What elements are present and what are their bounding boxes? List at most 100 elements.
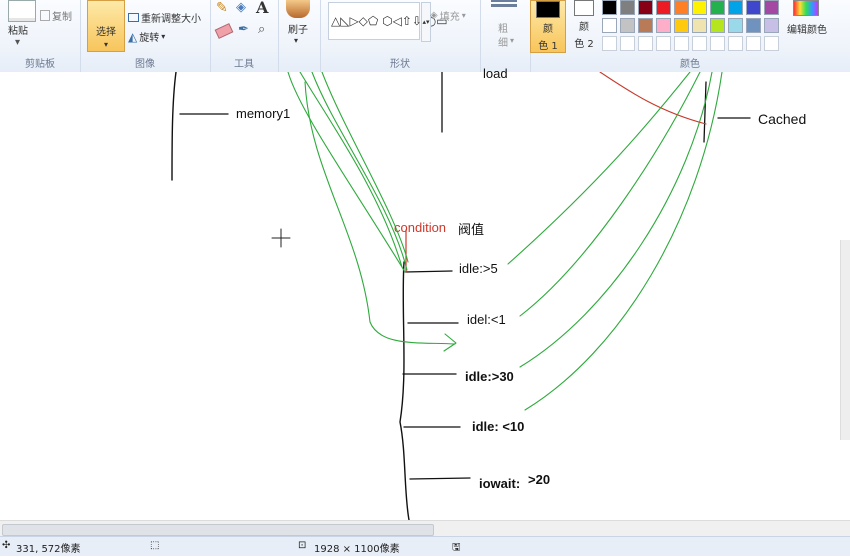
condition-label: condition xyxy=(394,220,447,235)
color-swatch[interactable] xyxy=(620,36,635,51)
color-swatch[interactable] xyxy=(638,0,653,15)
tools-group-label: 工具 xyxy=(234,59,254,70)
color-swatch[interactable] xyxy=(692,36,707,51)
file-size-icon: 🖫 xyxy=(452,542,461,553)
green-funnel-stroke xyxy=(519,72,701,317)
select-button[interactable]: 选择 ▾ xyxy=(87,0,125,52)
color-swatch[interactable] xyxy=(764,18,779,33)
brushes-dropdown[interactable]: ▾ xyxy=(294,36,298,45)
color-swatch[interactable] xyxy=(674,18,689,33)
eraser-icon[interactable] xyxy=(214,23,234,39)
color2-label-bottom: 色 2 xyxy=(574,39,594,50)
memory-label: memory1 xyxy=(236,106,291,121)
idle-gt30-label: idle:>30 xyxy=(465,369,514,384)
image-size: 1928 × 1100像素 xyxy=(314,544,400,555)
green-arrow-stroke xyxy=(304,81,456,345)
color-swatch[interactable] xyxy=(656,36,671,51)
line-size-icon[interactable] xyxy=(491,0,517,12)
image-size-icon: ⊡ xyxy=(298,540,307,551)
clipboard-group-label: 剪贴板 xyxy=(25,59,55,70)
copy-button[interactable]: 复制 xyxy=(40,8,72,23)
crosshair-cursor xyxy=(271,228,291,248)
brushes-button[interactable]: 刷子 xyxy=(288,21,308,36)
color-swatch[interactable] xyxy=(746,18,761,33)
shapes-gallery[interactable]: △◺▷◇⬠ ⬡◁⇧⇩ ○▭ xyxy=(328,2,448,40)
rotate-icon: ◭ xyxy=(128,29,138,44)
color2-swatch xyxy=(574,0,594,16)
edit-colors-icon[interactable] xyxy=(793,0,819,16)
select-label: 选择 xyxy=(96,27,116,38)
horizontal-scrollbar[interactable] xyxy=(0,520,850,537)
color-swatch[interactable] xyxy=(638,36,653,51)
green-funnel-stroke xyxy=(287,72,406,273)
line-size-icon-bar xyxy=(491,0,517,2)
color-swatch[interactable] xyxy=(674,0,689,15)
color-picker-icon[interactable]: ✒ xyxy=(238,22,249,37)
color1-button[interactable]: 颜 色 1 xyxy=(530,0,566,53)
green-funnel-stroke xyxy=(299,72,403,268)
color-swatch[interactable] xyxy=(638,18,653,33)
iowait-value-label: >20 xyxy=(528,472,551,487)
color-swatch[interactable] xyxy=(602,0,617,15)
color-swatch[interactable] xyxy=(602,36,617,51)
green-funnel-stroke xyxy=(519,72,713,368)
size-dropdown[interactable]: ▾ xyxy=(510,36,514,45)
color-swatch[interactable] xyxy=(764,0,779,15)
brushes-group: 刷子 ▾ xyxy=(278,0,321,72)
horizontal-scroll-thumb[interactable] xyxy=(2,524,434,536)
paste-icon[interactable] xyxy=(8,0,36,22)
condition-tick xyxy=(404,270,453,273)
ribbon: 粘贴 ▾ 复制 剪贴板 选择 ▾ 重新调整大小 ◭ 旋转 ▾ 图像 ✎ ◈ A … xyxy=(0,0,850,73)
color-swatch[interactable] xyxy=(710,36,725,51)
paste-button[interactable]: 粘贴 xyxy=(8,22,28,37)
vertical-scrollbar[interactable] xyxy=(840,240,850,440)
color2-button[interactable]: 颜 色 2 xyxy=(569,0,599,53)
color1-label-top: 颜 xyxy=(543,24,553,35)
clipboard-group: 粘贴 ▾ 复制 剪贴板 xyxy=(0,0,81,72)
idle-gt5-label: idle:>5 xyxy=(459,261,498,276)
color-swatch[interactable] xyxy=(620,0,635,15)
magnifier-icon[interactable]: ⌕ xyxy=(258,22,265,37)
brushes-label: 刷子 xyxy=(288,25,308,36)
copy-icon xyxy=(40,10,50,21)
color-swatch[interactable] xyxy=(620,18,635,33)
rotate-dropdown-arrow: ▾ xyxy=(161,32,166,41)
iowait-label: iowait: xyxy=(479,476,521,491)
paste-dropdown[interactable]: ▾ xyxy=(15,37,20,48)
color-swatch[interactable] xyxy=(728,0,743,15)
color-swatch[interactable] xyxy=(728,18,743,33)
green-funnel-stroke xyxy=(507,72,691,265)
color-swatch[interactable] xyxy=(746,36,761,51)
color-swatch[interactable] xyxy=(710,18,725,33)
color-swatch[interactable] xyxy=(728,36,743,51)
edit-colors-button[interactable]: 编辑颜色 xyxy=(787,21,827,36)
pencil-icon[interactable]: ✎ xyxy=(216,0,228,16)
condition-tick xyxy=(409,477,471,480)
fill-button[interactable]: ◈ 填充 ▾ xyxy=(430,8,466,23)
color-swatch[interactable] xyxy=(710,0,725,15)
fill-label: 填充 xyxy=(439,12,460,23)
fill-bucket-icon[interactable]: ◈ xyxy=(236,0,246,15)
size-group: 粗 细 ▾ xyxy=(480,0,531,72)
sketch-strokes xyxy=(171,72,751,520)
color-swatch[interactable] xyxy=(764,36,779,51)
color-swatch[interactable] xyxy=(656,0,671,15)
image-group: 选择 ▾ 重新调整大小 ◭ 旋转 ▾ 图像 xyxy=(80,0,211,72)
color-swatch[interactable] xyxy=(656,18,671,33)
select-dropdown-arrow: ▾ xyxy=(103,40,108,49)
color-swatch[interactable] xyxy=(692,18,707,33)
rotate-button[interactable]: ◭ 旋转 ▾ xyxy=(128,29,166,45)
resize-button[interactable]: 重新调整大小 xyxy=(128,10,201,25)
color-swatch[interactable] xyxy=(692,0,707,15)
drawing-canvas[interactable]: memory1 load Cached condition 阀值 idle:>5… xyxy=(0,66,850,520)
color-swatch[interactable] xyxy=(674,36,689,51)
shapes-group: △◺▷◇⬠ ⬡◁⇧⇩ ○▭ ▴▾ ◈ 填充 ▾ 形状 xyxy=(320,0,481,72)
color-swatch[interactable] xyxy=(746,0,761,15)
brush-icon[interactable] xyxy=(286,0,310,18)
copy-label: 复制 xyxy=(52,12,72,23)
shapes-group-label: 形状 xyxy=(390,59,410,70)
text-tool-icon[interactable]: A xyxy=(256,0,268,17)
selection-size-icon: ⬚ xyxy=(150,540,160,551)
cached-label: Cached xyxy=(758,111,807,127)
color-swatch[interactable] xyxy=(602,18,617,33)
